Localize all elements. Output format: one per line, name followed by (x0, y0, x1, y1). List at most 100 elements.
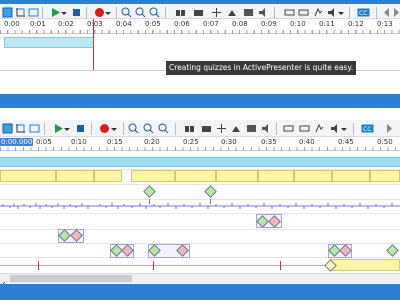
speed-icon[interactable] (314, 123, 325, 134)
copy-icon[interactable] (298, 7, 309, 18)
time-label: 0:09 (261, 20, 277, 28)
stop-icon[interactable] (71, 7, 82, 18)
fit-icon[interactable] (28, 7, 39, 18)
stop-icon[interactable] (75, 123, 86, 134)
split-icon[interactable] (175, 7, 186, 18)
speed-icon[interactable] (313, 7, 324, 18)
time-label: 0:11 (319, 20, 335, 28)
toolbar-separator (274, 7, 275, 19)
animation-marker[interactable] (143, 185, 156, 198)
time-label: 0:01 (30, 20, 46, 28)
entrance-effect-marker[interactable] (386, 244, 399, 257)
track-divider (0, 184, 400, 185)
time-label: 0:08 (232, 20, 248, 28)
cut-icon[interactable] (284, 7, 295, 18)
zoom-in-icon[interactable] (128, 123, 139, 134)
toolbar-separator (42, 7, 43, 19)
record-dropdown-icon[interactable] (105, 7, 111, 18)
caption-clip[interactable] (131, 170, 175, 182)
caption-clip[interactable] (258, 170, 294, 182)
crop-icon[interactable] (15, 7, 26, 18)
time-label: 0:15 (107, 138, 123, 146)
copy-icon[interactable] (299, 123, 310, 134)
play-icon[interactable] (50, 7, 61, 18)
caption-clip[interactable] (56, 170, 94, 182)
svg-text:CC: CC (363, 126, 371, 133)
video-clip[interactable] (0, 157, 400, 167)
next-marker-icon[interactable] (385, 123, 396, 134)
volume-icon[interactable] (327, 7, 338, 18)
caption-clip[interactable] (332, 170, 370, 182)
play-dropdown-icon[interactable] (64, 123, 70, 134)
track-divider (0, 213, 400, 214)
zoom-in-icon[interactable] (121, 7, 132, 18)
toolbar-separator (44, 123, 45, 135)
zoom-fit-icon[interactable] (158, 123, 169, 134)
time-marker[interactable] (153, 261, 154, 270)
top-time-ruler[interactable]: 0:00 0:01 0:02 0:03 0:04 0:05 0:06 0:07 … (0, 19, 400, 34)
volume-icon[interactable] (330, 123, 341, 134)
zoom-out-icon[interactable] (143, 123, 154, 134)
horizontal-scrollbar-thumb[interactable] (10, 275, 132, 282)
join-icon[interactable] (193, 7, 204, 18)
select-icon[interactable] (2, 7, 13, 18)
volume-dropdown-icon[interactable] (341, 123, 347, 134)
split-icon[interactable] (184, 123, 195, 134)
scroll-left-arrow[interactable] (0, 274, 8, 289)
play-icon[interactable] (53, 123, 64, 134)
svg-text:CC: CC (359, 10, 367, 17)
bottom-time-ruler[interactable]: 0:00.000 0:05 0:10 0:15 0:20 0:25 0:30 0… (0, 137, 400, 151)
fit-icon[interactable] (29, 123, 40, 134)
playhead-line[interactable] (93, 19, 94, 71)
record-icon[interactable] (94, 7, 105, 18)
caption-clip[interactable] (175, 170, 216, 182)
time-label: 0:45 (338, 138, 354, 146)
caption-clip[interactable] (216, 170, 258, 182)
freeze-icon[interactable] (246, 123, 257, 134)
select-icon[interactable] (2, 123, 13, 134)
caption-clip[interactable] (0, 170, 56, 182)
cut-icon[interactable] (283, 123, 294, 134)
prev-marker-icon[interactable] (381, 7, 392, 18)
time-label: 0:06 (174, 20, 190, 28)
record-dropdown-icon[interactable] (111, 123, 117, 134)
delete-time-icon[interactable] (227, 7, 238, 18)
caption-clip[interactable] (330, 259, 400, 271)
freeze-icon[interactable] (243, 7, 254, 18)
time-marker[interactable] (280, 261, 281, 270)
top-selection-clip[interactable] (4, 37, 94, 48)
crop-icon[interactable] (15, 123, 26, 134)
time-label: 0:20 (144, 138, 160, 146)
bottom-timeline-toolbar: CC (0, 120, 400, 137)
join-icon[interactable] (201, 123, 212, 134)
delete-time-icon[interactable] (231, 123, 242, 134)
ruler-ticks (0, 30, 400, 34)
mute-icon[interactable] (261, 123, 272, 134)
mute-icon[interactable] (258, 7, 269, 18)
caption-clip[interactable] (94, 170, 122, 182)
toolbar-separator (353, 123, 354, 135)
insert-time-icon[interactable] (211, 7, 222, 18)
window-bottom-strip (0, 284, 400, 300)
time-label: 0:05 (145, 20, 161, 28)
time-label: 0:02 (58, 20, 74, 28)
play-dropdown-icon[interactable] (61, 7, 67, 18)
time-label: 0:13 (377, 20, 393, 28)
record-icon[interactable] (99, 123, 110, 134)
toolbar-separator (165, 7, 166, 19)
time-label: 0:05 (36, 138, 52, 146)
volume-dropdown-icon[interactable] (338, 7, 344, 18)
insert-time-icon[interactable] (216, 123, 227, 134)
zoom-fit-icon[interactable] (149, 7, 160, 18)
cc-icon[interactable]: CC (357, 7, 370, 18)
caption-clip[interactable] (294, 170, 332, 182)
toolbar-separator (91, 123, 92, 135)
animation-marker[interactable] (204, 185, 217, 198)
caption-clip[interactable] (370, 170, 400, 182)
cc-icon[interactable]: CC (361, 123, 374, 134)
window-separator-band (0, 94, 400, 108)
zoom-out-icon[interactable] (135, 7, 146, 18)
audio-waveform[interactable] (0, 201, 400, 211)
time-marker[interactable] (38, 261, 39, 270)
next-marker-icon[interactable] (392, 7, 400, 18)
